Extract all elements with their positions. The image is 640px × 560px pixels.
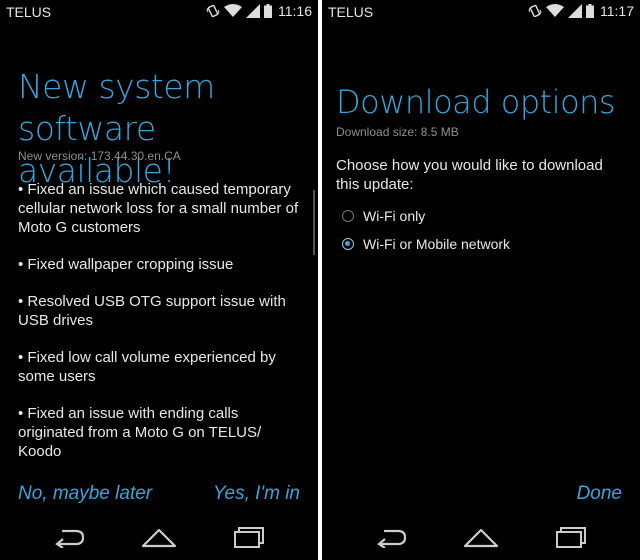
maybe-later-button[interactable]: No, maybe later (18, 483, 152, 505)
recents-button[interactable] (232, 526, 266, 553)
version-label: New version: 173.44.30.en.CA (18, 149, 181, 163)
release-note: • Fixed an issue with ending calls origi… (18, 405, 262, 460)
release-note: • Fixed an issue which caused temporary … (18, 181, 299, 236)
carrier-label: TELUS (6, 4, 52, 20)
release-note: • Resolved USB OTG support issue with US… (18, 293, 286, 329)
status-bar: TELUS 11:16 (0, 0, 318, 24)
page-title: Download options (336, 83, 616, 121)
wifi-icon (546, 4, 564, 17)
back-button[interactable] (374, 526, 408, 553)
status-icons: 11:17 (528, 3, 634, 19)
status-icons: 11:16 (206, 3, 312, 19)
radio-button[interactable] (342, 210, 354, 222)
back-icon (377, 529, 407, 549)
release-note: • Fixed low call volume experienced by s… (18, 349, 276, 385)
radio-label: Wi-Fi or Mobile network (363, 236, 511, 252)
battery-icon (264, 4, 272, 18)
carrier-label: TELUS (328, 4, 374, 20)
vibrate-icon (206, 4, 220, 18)
download-size-label: Download size: 8.5 MB (336, 125, 459, 139)
nav-bar (0, 518, 318, 560)
vibrate-icon (528, 4, 542, 18)
back-button[interactable] (52, 526, 86, 553)
radio-option-wifi-or-mobile[interactable]: Wi-Fi or Mobile network (342, 236, 510, 252)
update-available-screen: TELUS 11:16 New system software availabl… (0, 0, 318, 560)
signal-icon (568, 4, 582, 18)
back-icon (55, 529, 85, 549)
radio-label: Wi-Fi only (363, 208, 426, 224)
yes-im-in-button[interactable]: Yes, I'm in (213, 483, 300, 505)
release-notes: • Fixed an issue which caused temporary … (18, 180, 308, 479)
wifi-icon (224, 4, 242, 17)
home-button[interactable] (463, 526, 499, 553)
page-title: New system software available! (18, 67, 215, 190)
recents-icon (556, 527, 586, 548)
recents-button[interactable] (554, 526, 588, 553)
status-bar: TELUS 11:17 (322, 0, 640, 24)
release-note: • Fixed wallpaper cropping issue (18, 256, 234, 273)
home-icon (463, 528, 499, 548)
download-question: Choose how you would like to download th… (336, 157, 603, 193)
scrollbar-thumb[interactable] (313, 190, 315, 255)
download-options-screen: TELUS 11:17 Download options Download si… (322, 0, 640, 560)
clock: 11:17 (600, 3, 634, 19)
recents-icon (234, 527, 264, 548)
signal-icon (246, 4, 260, 18)
radio-button-selected[interactable] (342, 238, 354, 250)
home-button[interactable] (141, 526, 177, 553)
battery-icon (586, 4, 594, 18)
nav-bar (322, 518, 640, 560)
home-icon (141, 528, 177, 548)
clock: 11:16 (278, 3, 312, 19)
done-button[interactable]: Done (577, 483, 622, 505)
radio-option-wifi-only[interactable]: Wi-Fi only (342, 208, 425, 224)
